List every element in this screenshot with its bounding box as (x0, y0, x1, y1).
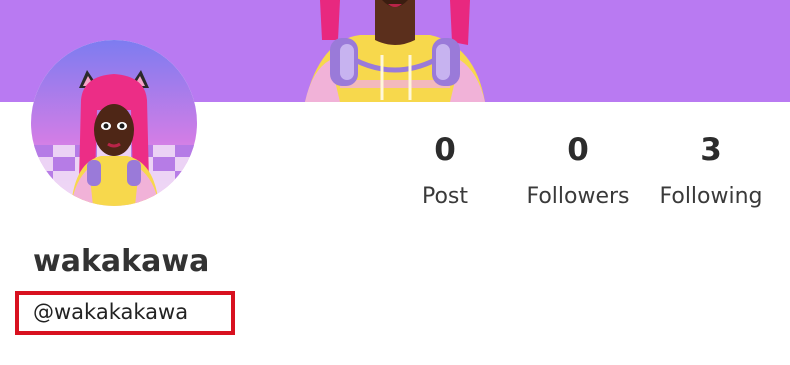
stat-following[interactable]: 3 Following (641, 128, 781, 214)
profile-stats: 0 Post 0 Followers 3 Following (0, 128, 790, 218)
stat-post[interactable]: 0 Post (375, 128, 515, 214)
following-count: 3 (700, 132, 722, 168)
followers-label: Followers (526, 184, 630, 209)
followers-count: 0 (567, 132, 589, 168)
cover-avatar-illustration (305, 0, 485, 102)
username-handle: @wakakakawa (33, 300, 189, 324)
stat-followers[interactable]: 0 Followers (508, 128, 648, 214)
display-name: wakakawa (33, 244, 210, 279)
following-label: Following (659, 184, 763, 209)
profile-screen: 0 Post 0 Followers 3 Following wakakawa … (0, 0, 790, 365)
post-label: Post (421, 184, 469, 209)
post-count: 0 (434, 132, 456, 168)
